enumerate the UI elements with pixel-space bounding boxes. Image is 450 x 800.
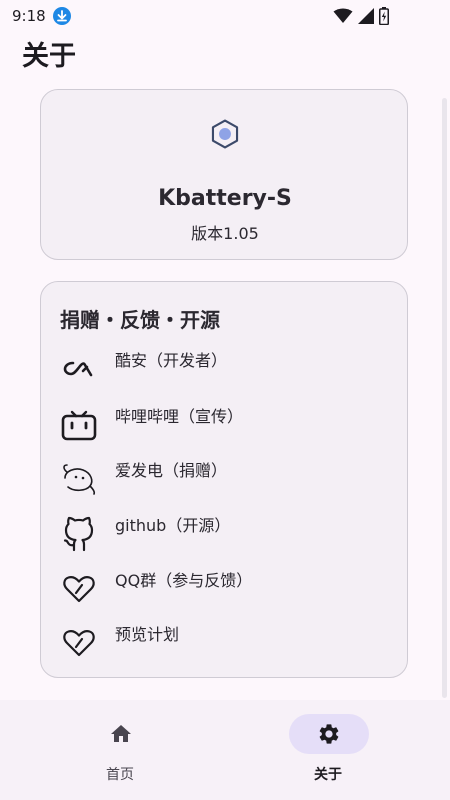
battery-icon: [379, 7, 389, 25]
link-qq-group[interactable]: QQ群（参与反馈）: [59, 564, 389, 610]
links-card: 捐赠・反馈・开源 酷安（开发者） 哔哩哔哩（宣传） 爱发电（捐赠） github…: [40, 281, 408, 678]
links-card-title: 捐赠・反馈・开源: [60, 308, 220, 332]
link-label: 哔哩哔哩（宣传）: [115, 407, 244, 426]
link-label: 爱发电（捐赠）: [115, 461, 228, 480]
link-label: QQ群（参与反馈）: [115, 571, 253, 590]
signal-icon: [358, 8, 374, 24]
nav-label: 首页: [106, 767, 134, 783]
settings-icon: [211, 119, 239, 149]
link-afdian[interactable]: 爱发电（捐赠）: [59, 454, 389, 500]
scrollbar[interactable]: [442, 98, 447, 698]
afdian-icon: [63, 464, 96, 495]
github-icon: [63, 516, 94, 552]
link-label: 预览计划: [115, 625, 180, 644]
nav-item-home[interactable]: 首页: [50, 700, 190, 800]
app-name: Kbattery-S: [158, 186, 292, 211]
app-info-card: Kbattery-S 版本1.05: [40, 89, 408, 260]
settings-icon: [319, 724, 339, 744]
heart-icon: [63, 576, 95, 603]
bottom-nav: 首页 关于: [0, 700, 450, 800]
nav-label: 关于: [314, 767, 342, 783]
app-version: 版本1.05: [191, 224, 259, 243]
status-time: 9:18: [12, 7, 46, 25]
link-bilibili[interactable]: 哔哩哔哩（宣传）: [59, 400, 389, 446]
heart-icon: [63, 630, 95, 657]
home-icon: [111, 725, 131, 742]
link-github[interactable]: github（开源）: [59, 509, 389, 555]
status-bar: 9:18: [0, 0, 450, 32]
download-icon: [53, 7, 71, 25]
wifi-icon: [333, 8, 353, 23]
page-title: 关于: [22, 41, 76, 72]
link-label: github（开源）: [115, 516, 231, 535]
bilibili-icon: [61, 410, 97, 441]
link-preview-plan[interactable]: 预览计划: [59, 618, 389, 664]
link-label: 酷安（开发者）: [115, 351, 228, 370]
link-coolapk[interactable]: 酷安（开发者）: [59, 344, 389, 390]
nav-item-about[interactable]: 关于: [258, 700, 398, 800]
coolapk-icon: [63, 361, 93, 377]
